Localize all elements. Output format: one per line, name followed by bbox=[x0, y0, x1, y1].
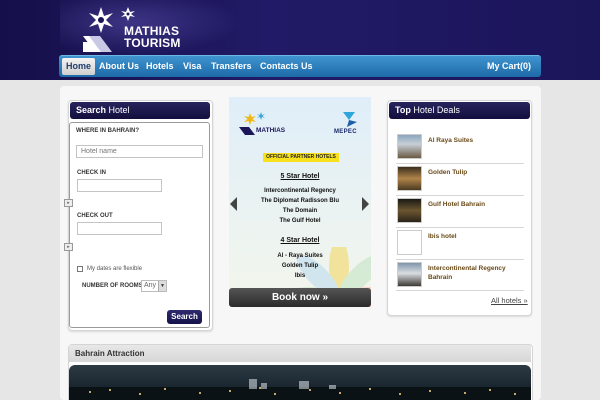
banner-prev-arrow-icon[interactable] bbox=[230, 197, 237, 211]
search-button[interactable]: Search bbox=[167, 310, 202, 324]
deal-divider bbox=[396, 195, 524, 196]
calendar-toggle-icon[interactable]: ▸ bbox=[64, 243, 73, 251]
search-title-bold: Search bbox=[76, 105, 107, 115]
nav-contacts-us[interactable]: Contacts Us bbox=[256, 56, 317, 76]
brand-name: MATHIAS TOURISM bbox=[124, 25, 181, 49]
hotel-thumbnail[interactable] bbox=[397, 198, 422, 223]
deal-hotel-link[interactable]: Al Raya Suites bbox=[428, 136, 473, 145]
banner-next-arrow-icon[interactable] bbox=[362, 197, 369, 211]
check-in-input[interactable] bbox=[77, 179, 162, 192]
deal-hotel-link[interactable]: Intercontinental Regency Bahrain bbox=[428, 264, 518, 282]
five-star-hotel: The Domain bbox=[282, 208, 318, 214]
mathias-tourism-small-logo: MATHIAS bbox=[239, 112, 286, 135]
logo-star-small bbox=[121, 7, 135, 21]
where-label: WHERE IN BAHRAIN? bbox=[76, 128, 139, 134]
deals-title-rest: Hotel Deals bbox=[410, 105, 460, 115]
deal-hotel-link[interactable]: Golden Tulip bbox=[428, 168, 467, 177]
nav-visa[interactable]: Visa bbox=[179, 56, 205, 76]
calendar-toggle-icon[interactable]: ▸ bbox=[64, 199, 73, 207]
four-star-heading: 4 Star Hotel bbox=[280, 237, 320, 244]
flexible-dates-label: My dates are flexible bbox=[87, 266, 143, 272]
brand-line2: TOURISM bbox=[124, 36, 181, 50]
deal-divider bbox=[396, 290, 524, 291]
top-hotel-deals-title: Top Hotel Deals bbox=[389, 102, 530, 119]
four-star-hotel: Golden Tulip bbox=[281, 263, 319, 269]
check-out-input[interactable] bbox=[77, 222, 162, 235]
deal-divider bbox=[396, 227, 524, 228]
attraction-photo[interactable] bbox=[69, 365, 531, 400]
rooms-select[interactable]: Any ▼ bbox=[141, 280, 167, 292]
nav-transfers[interactable]: Transfers bbox=[207, 56, 256, 76]
main-nav: Home About Us Hotels Visa Transfers Cont… bbox=[59, 55, 541, 77]
all-hotels-link[interactable]: All hotels » bbox=[491, 296, 528, 305]
flexible-dates-checkbox[interactable] bbox=[77, 266, 83, 272]
mepec-logo-text: MEPEC bbox=[334, 129, 357, 135]
deal-hotel-link[interactable]: Gulf Hotel Bahrain bbox=[428, 200, 485, 209]
five-star-heading: 5 Star Hotel bbox=[280, 173, 320, 180]
check-out-label: CHECK OUT bbox=[77, 213, 113, 219]
search-hotel-title: Search Hotel bbox=[70, 102, 210, 119]
deal-divider bbox=[396, 163, 524, 164]
book-now-button[interactable]: Book now » bbox=[229, 288, 371, 307]
deal-hotel-link[interactable]: Ibis hotel bbox=[428, 232, 457, 241]
chevron-down-icon: ▼ bbox=[158, 281, 166, 291]
official-partner-hotels-strip: OFFICIAL PARTNER HOTELS bbox=[263, 153, 339, 162]
nav-about-us[interactable]: About Us bbox=[95, 56, 143, 76]
four-star-hotel: Al - Raya Suites bbox=[277, 253, 323, 259]
five-star-hotel: The Gulf Hotel bbox=[279, 218, 321, 224]
hotel-thumbnail[interactable] bbox=[397, 262, 422, 287]
nav-hotels[interactable]: Hotels bbox=[142, 56, 178, 76]
hotel-thumbnail[interactable] bbox=[397, 230, 422, 255]
four-star-hotel: Ibis bbox=[294, 273, 306, 279]
deals-title-bold: Top bbox=[395, 105, 411, 115]
city-skyline-image bbox=[69, 379, 531, 400]
logo-star-large bbox=[89, 7, 113, 33]
hotel-name-input[interactable] bbox=[76, 145, 203, 158]
rooms-label: NUMBER OF ROOMS bbox=[82, 283, 143, 289]
hotel-thumbnail[interactable] bbox=[397, 166, 422, 191]
search-title-rest: Hotel bbox=[106, 105, 130, 115]
five-star-hotel: The Diplomat Radisson Blu bbox=[260, 198, 339, 204]
nav-home[interactable]: Home bbox=[62, 58, 96, 75]
bahrain-attraction-title: Bahrain Attraction bbox=[69, 345, 531, 362]
small-logo-text: MATHIAS bbox=[256, 127, 286, 134]
check-in-label: CHECK IN bbox=[77, 170, 107, 176]
my-cart-link[interactable]: My Cart(0) bbox=[483, 56, 535, 76]
five-star-hotel: Intercontinental Regency bbox=[264, 188, 336, 194]
deal-divider bbox=[396, 259, 524, 260]
rooms-select-value: Any bbox=[144, 282, 157, 289]
hotel-thumbnail[interactable] bbox=[397, 134, 422, 159]
logo-stripes bbox=[83, 36, 112, 52]
